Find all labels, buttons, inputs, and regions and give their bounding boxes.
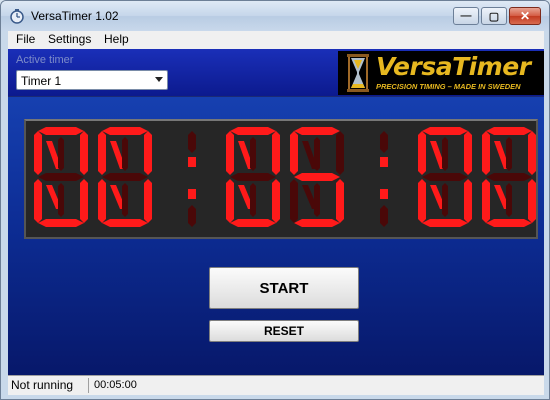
status-bar: Not running 00:05:00 (8, 375, 544, 395)
hourglass-icon (347, 54, 369, 92)
title-bar[interactable]: VersaTimer 1.02 — ▢ ✕ (1, 1, 549, 31)
led-seg-g (102, 173, 148, 181)
app-clock-icon (10, 9, 24, 24)
led-colon-off-top (380, 131, 388, 153)
led-seg-center-bottom (58, 183, 64, 217)
led-seg-a (486, 127, 532, 135)
start-button-label: START (259, 279, 309, 297)
led-seg-b (336, 131, 344, 175)
led-seg-g (422, 173, 468, 181)
led-seg-f (226, 131, 234, 175)
led-seg-c (80, 179, 88, 223)
led-seg-g (486, 173, 532, 181)
led-seg-center-bottom (442, 183, 448, 217)
led-colon-dot-top (188, 157, 196, 167)
led-seg-center-bottom (506, 183, 512, 217)
led-seg-center-top (506, 137, 512, 171)
led-seg-d (294, 219, 340, 227)
led-colon-dot-bottom (380, 189, 388, 199)
led-seg-e (482, 179, 490, 223)
led-seg-b (144, 131, 152, 175)
led-colon-off-bottom (380, 205, 388, 227)
led-seg-center-top (250, 137, 256, 171)
led-seg-f (98, 131, 106, 175)
logo-tagline: PRECISION TIMING – MADE IN SWEDEN (376, 82, 521, 91)
reset-button-label: RESET (263, 324, 304, 338)
led-seg-c (144, 179, 152, 223)
led-seg-d (486, 219, 532, 227)
led-seg-e (34, 179, 42, 223)
window-title: VersaTimer 1.02 (31, 9, 119, 23)
led-seg-a (230, 127, 276, 135)
led-seg-g (294, 173, 340, 181)
led-seg-d (422, 219, 468, 227)
led-seg-a (294, 127, 340, 135)
led-seg-e (290, 179, 298, 223)
app-window: VersaTimer 1.02 — ▢ ✕ File Settings Help… (0, 0, 550, 400)
led-seg-center-bottom (250, 183, 256, 217)
led-seg-c (336, 179, 344, 223)
led-colon-dot-top (380, 157, 388, 167)
led-colon-dot-bottom (188, 189, 196, 199)
led-seg-c (528, 179, 536, 223)
led-seg-g (230, 173, 276, 181)
led-seg-e (418, 179, 426, 223)
reset-button[interactable]: RESET (209, 320, 359, 342)
minimize-icon: — (460, 10, 472, 22)
led-seg-g (38, 173, 84, 181)
led-seg-center-bottom (122, 183, 128, 217)
led-seg-d (230, 219, 276, 227)
led-seg-e (98, 179, 106, 223)
menu-settings[interactable]: Settings (46, 32, 93, 46)
led-seg-center-top (58, 137, 64, 171)
active-timer-select[interactable]: Timer 1 (16, 70, 168, 90)
main-panel: START RESET (8, 97, 544, 375)
close-icon: ✕ (519, 9, 531, 23)
led-seg-b (80, 131, 88, 175)
led-seg-center-top (314, 137, 320, 171)
client-area: Active timer Timer 1 VersaTimer PRECISIO… (8, 49, 544, 375)
led-seg-center-bottom (314, 183, 320, 217)
chevron-down-icon (155, 77, 163, 82)
status-time: 00:05:00 (94, 379, 137, 391)
led-colon-off-top (188, 131, 196, 153)
led-seg-b (464, 131, 472, 175)
led-seg-a (422, 127, 468, 135)
led-seg-center-top (122, 137, 128, 171)
logo-name: VersaTimer (376, 52, 531, 81)
menu-help[interactable]: Help (102, 32, 131, 46)
status-separator (88, 378, 89, 393)
minimize-button[interactable]: — (453, 7, 479, 25)
active-timer-label: Active timer (16, 54, 74, 66)
led-seg-f (34, 131, 42, 175)
led-seg-b (528, 131, 536, 175)
led-seg-d (102, 219, 148, 227)
status-state: Not running (11, 378, 74, 392)
led-seg-c (464, 179, 472, 223)
led-seg-f (482, 131, 490, 175)
active-timer-value: Timer 1 (21, 74, 62, 88)
led-seg-e (226, 179, 234, 223)
start-button[interactable]: START (209, 267, 359, 309)
led-seg-d (38, 219, 84, 227)
menu-bar: File Settings Help (8, 31, 544, 49)
maximize-button[interactable]: ▢ (481, 7, 507, 25)
led-seg-a (102, 127, 148, 135)
led-seg-f (418, 131, 426, 175)
versatimer-logo: VersaTimer PRECISION TIMING – MADE IN SW… (338, 51, 544, 95)
led-time-display (24, 119, 538, 239)
led-seg-a (38, 127, 84, 135)
led-seg-center-top (442, 137, 448, 171)
top-panel: Active timer Timer 1 VersaTimer PRECISIO… (8, 49, 544, 97)
led-seg-f (290, 131, 298, 175)
close-button[interactable]: ✕ (509, 7, 541, 25)
led-digits (34, 127, 536, 227)
led-colon-off-bottom (188, 205, 196, 227)
maximize-icon: ▢ (488, 10, 500, 23)
led-seg-c (272, 179, 280, 223)
led-seg-b (272, 131, 280, 175)
menu-file[interactable]: File (14, 32, 37, 46)
